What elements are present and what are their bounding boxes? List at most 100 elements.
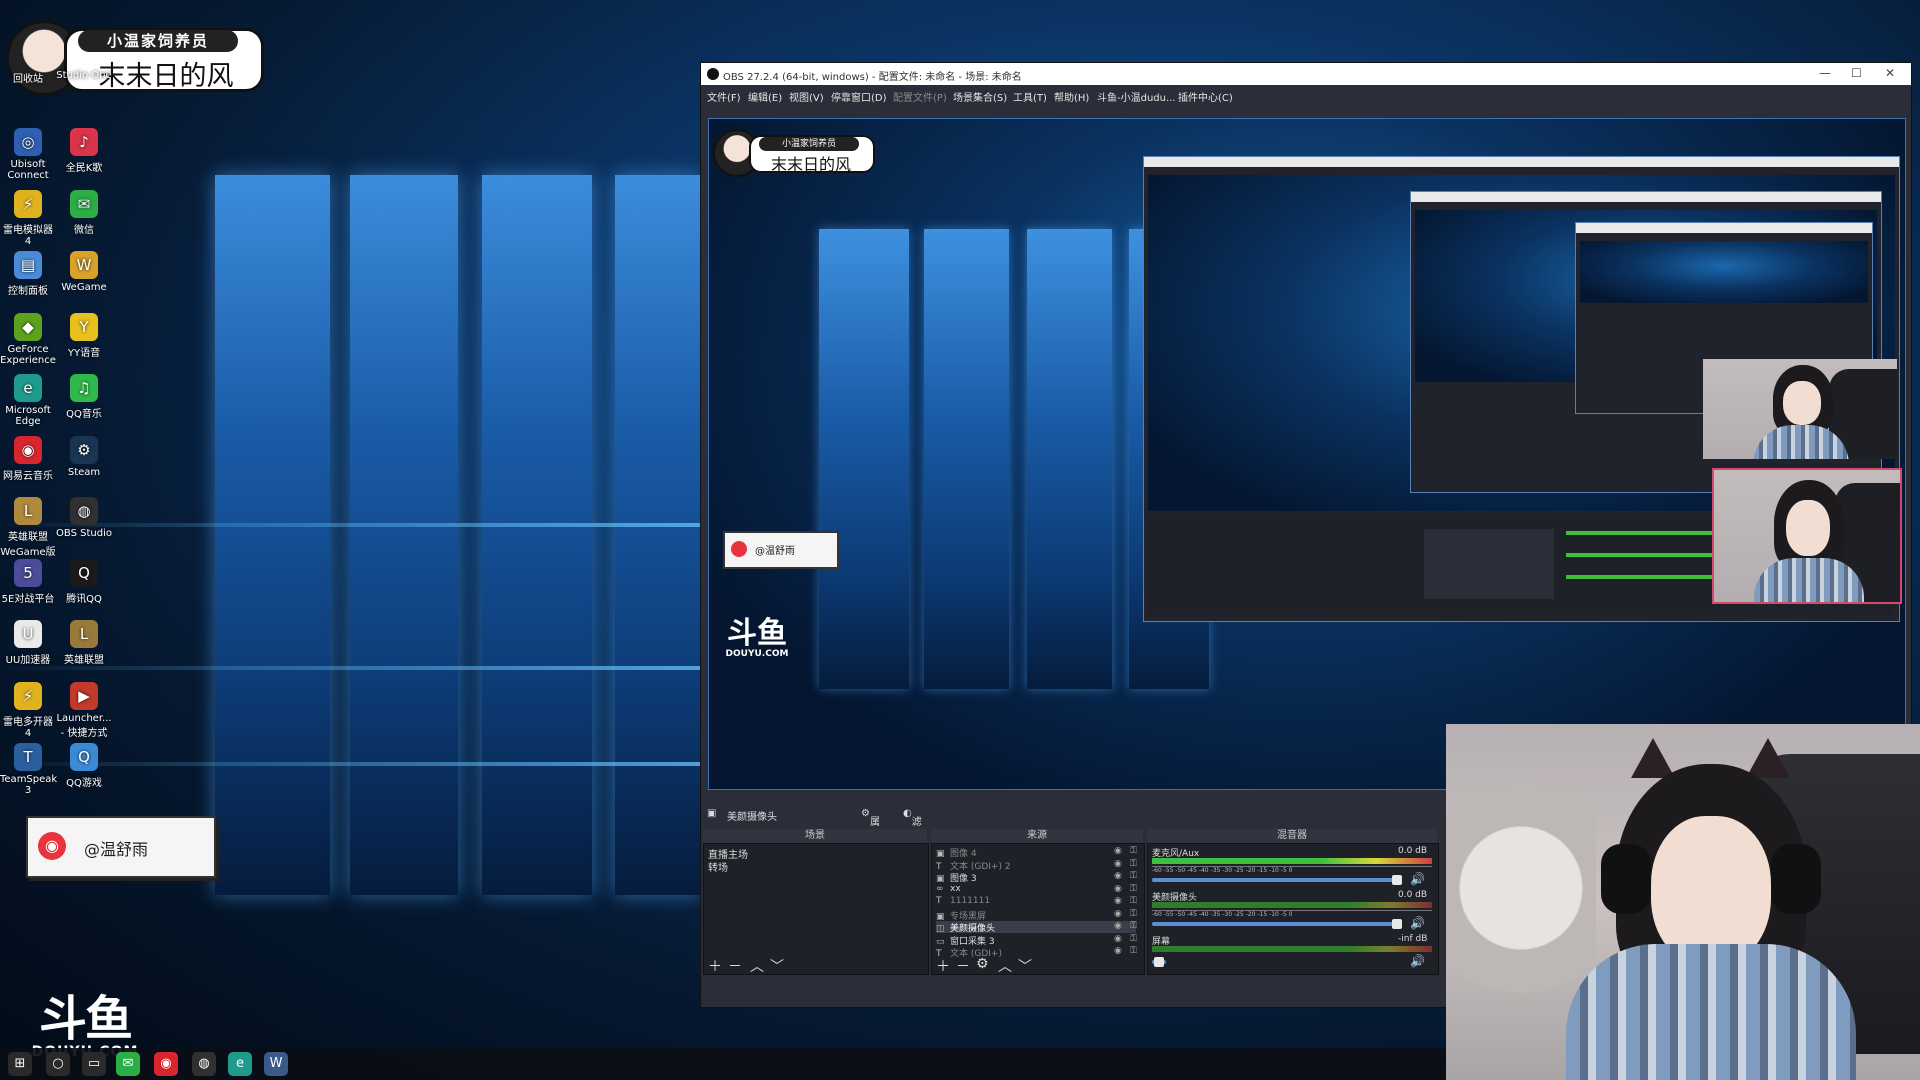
menu-edit[interactable]: 编辑(E): [748, 89, 782, 104]
lock-icon[interactable]: ⚿: [1130, 846, 1137, 856]
add-source-button[interactable]: ＋: [936, 956, 950, 976]
obs-titlebar[interactable]: OBS 27.2.4 (64-bit, windows) - 配置文件: 未命名…: [701, 63, 1911, 85]
source-item[interactable]: ◫ 美颜摄像头 ◉ ⚿: [936, 921, 1137, 934]
desktop-shortcut[interactable]: Y YY语音: [56, 312, 112, 359]
tencent-qq-icon: Q: [70, 558, 98, 587]
desktop-shortcut[interactable]: ⚡ 雷电多开器4: [0, 681, 56, 739]
close-icon[interactable]: ✕: [1885, 66, 1895, 80]
wegame-icon[interactable]: W: [264, 1052, 288, 1076]
scene-item[interactable]: 转场: [708, 859, 728, 874]
volume-slider-knob[interactable]: [1154, 957, 1164, 967]
visibility-eye-icon[interactable]: ◉: [1114, 859, 1122, 869]
volume-slider[interactable]: [1152, 922, 1397, 926]
move-scene-up-icon[interactable]: ︿: [750, 956, 764, 976]
volume-slider[interactable]: [1152, 878, 1397, 882]
obs-studio-icon[interactable]: ◍: [192, 1052, 216, 1076]
speaker-icon[interactable]: 🔊: [1410, 916, 1425, 930]
source-item[interactable]: T 文本 (GDI+) 2 ◉ ⚿: [936, 859, 1137, 872]
menu-view[interactable]: 视图(V): [789, 89, 824, 104]
properties-button[interactable]: ⚙ 属性: [861, 808, 880, 843]
desktop-shortcut[interactable]: Studio One: [56, 70, 112, 81]
source-item[interactable]: ▭ 窗口采集 3 ◉ ⚿: [936, 934, 1137, 947]
visibility-eye-icon[interactable]: ◉: [1114, 909, 1122, 919]
image-icon: ▣: [936, 874, 945, 884]
menu-file[interactable]: 文件(F): [707, 89, 741, 104]
visibility-eye-icon[interactable]: ◉: [1114, 921, 1122, 931]
desktop-shortcut[interactable]: ✉ 微信: [56, 189, 112, 236]
lock-icon[interactable]: ⚿: [1130, 909, 1137, 919]
visibility-eye-icon[interactable]: ◉: [1114, 946, 1122, 956]
scenes-list[interactable]: 直播主场 转场 ＋ － ︿ ﹀: [703, 843, 929, 975]
minimize-icon[interactable]: —: [1819, 66, 1831, 80]
webcam-overlay: [1446, 724, 1920, 1080]
desktop-shortcut[interactable]: U UU加速器: [0, 620, 56, 666]
remove-scene-button[interactable]: －: [728, 956, 742, 976]
visibility-eye-icon[interactable]: ◉: [1114, 871, 1122, 881]
source-item[interactable]: T 1111111 ◉ ⚿: [936, 896, 1137, 908]
desktop-shortcut[interactable]: Q 腾讯QQ: [56, 558, 112, 605]
add-scene-button[interactable]: ＋: [708, 956, 722, 976]
visibility-eye-icon[interactable]: ◉: [1114, 846, 1122, 856]
desktop-shortcut[interactable]: ◆ GeForce Experience: [0, 312, 56, 366]
source-item[interactable]: T 文本 (GDI+) ◉ ⚿: [936, 946, 1137, 959]
remove-source-button[interactable]: －: [956, 956, 970, 976]
sources-list[interactable]: ＋ － ⚙ ︿ ﹀ ▣ 图像 4 ◉ ⚿ T 文本 (GDI+) 2 ◉ ⚿ ▣ 图像 3 ◉ ⚿ ∞ x…: [931, 843, 1145, 975]
move-scene-down-icon[interactable]: ﹀: [770, 956, 784, 976]
desktop-shortcut[interactable]: e Microsoft Edge: [0, 374, 56, 427]
source-item[interactable]: ∞ xx ◉ ⚿: [936, 884, 1137, 896]
visibility-eye-icon[interactable]: ◉: [1114, 884, 1122, 894]
desktop-shortcut[interactable]: 5 5E对战平台: [0, 558, 56, 605]
lock-icon[interactable]: ⚿: [1130, 896, 1137, 906]
desktop-shortcut[interactable]: 回收站: [0, 70, 56, 85]
desktop-shortcut[interactable]: L 英雄联盟: [56, 620, 112, 666]
desktop-shortcut[interactable]: ◍ OBS Studio: [56, 497, 112, 539]
desktop-shortcut[interactable]: ▶ Launcher... - 快捷方式: [56, 681, 112, 739]
source-item[interactable]: ▣ 专场黑屏 ◉ ⚿: [936, 909, 1137, 922]
visibility-eye-icon[interactable]: ◉: [1114, 896, 1122, 906]
speaker-icon[interactable]: 🔊: [1410, 872, 1425, 886]
desktop-shortcut[interactable]: ◎ Ubisoft Connect: [0, 128, 56, 181]
filters-button[interactable]: ◐ 滤镜: [903, 808, 922, 843]
desktop-shortcut[interactable]: ♪ 全民K歌: [56, 128, 112, 174]
desktop-shortcut[interactable]: ⚡ 雷电模拟器4: [0, 189, 56, 247]
speaker-icon[interactable]: 🔊: [1410, 954, 1425, 968]
wechat-icon[interactable]: ✉: [116, 1052, 140, 1076]
desktop-shortcut[interactable]: ◉ 网易云音乐: [0, 435, 56, 482]
netease-music-icon[interactable]: ◉: [154, 1052, 178, 1076]
move-source-up-icon[interactable]: ︿: [998, 956, 1012, 976]
menu-scene-collection[interactable]: 场景集合(S): [953, 89, 1007, 104]
leidian-multi-icon: ⚡: [14, 681, 42, 710]
visibility-eye-icon[interactable]: ◉: [1114, 934, 1122, 944]
desktop-shortcut[interactable]: T TeamSpeak 3: [0, 743, 57, 796]
desktop-shortcut[interactable]: ⚙ Steam: [56, 435, 112, 478]
desktop-shortcut[interactable]: L 英雄联盟WeGame版: [0, 497, 56, 558]
maximize-icon[interactable]: ☐: [1851, 66, 1862, 80]
desktop-shortcut[interactable]: W WeGame: [56, 251, 112, 293]
lock-icon[interactable]: ⚿: [1130, 921, 1137, 931]
source-item[interactable]: ▣ 图像 4 ◉ ⚿: [936, 846, 1137, 859]
menu-douyu-plugin[interactable]: 斗鱼-小温dudu...: [1097, 89, 1176, 104]
search-icon[interactable]: ○: [46, 1052, 70, 1076]
microsoft-edge-icon[interactable]: e: [228, 1052, 252, 1076]
volume-slider-knob[interactable]: [1392, 919, 1402, 929]
volume-slider-knob[interactable]: [1392, 875, 1402, 885]
menu-tools[interactable]: 工具(T): [1013, 89, 1047, 104]
lock-icon[interactable]: ⚿: [1130, 871, 1137, 881]
lock-icon[interactable]: ⚿: [1130, 884, 1137, 894]
obs-preview-canvas[interactable]: 小温家饲养员 末末日的风 @温舒雨 斗鱼 DOUYU.COM: [708, 118, 1906, 790]
menu-plugin-center[interactable]: 插件中心(C): [1178, 89, 1233, 104]
desktop-shortcut[interactable]: ▤ 控制面板: [0, 251, 56, 297]
mixer-channel-db: -inf dB: [1398, 934, 1428, 944]
desktop-shortcut[interactable]: Q QQ游戏: [56, 743, 112, 789]
lock-icon[interactable]: ⚿: [1130, 946, 1137, 956]
source-item[interactable]: ▣ 图像 3 ◉ ⚿: [936, 871, 1137, 884]
desktop-shortcut[interactable]: ♫ QQ音乐: [56, 374, 112, 420]
move-source-down-icon[interactable]: ﹀: [1018, 956, 1032, 976]
lock-icon[interactable]: ⚿: [1130, 934, 1137, 944]
lock-icon[interactable]: ⚿: [1130, 859, 1137, 869]
menu-help[interactable]: 帮助(H): [1054, 89, 1089, 104]
menu-docks[interactable]: 停靠窗口(D): [831, 89, 887, 104]
start-icon[interactable]: ⊞: [8, 1052, 32, 1076]
menu-profile[interactable]: 配置文件(P): [893, 89, 947, 104]
taskview-icon[interactable]: ▭: [82, 1052, 106, 1076]
